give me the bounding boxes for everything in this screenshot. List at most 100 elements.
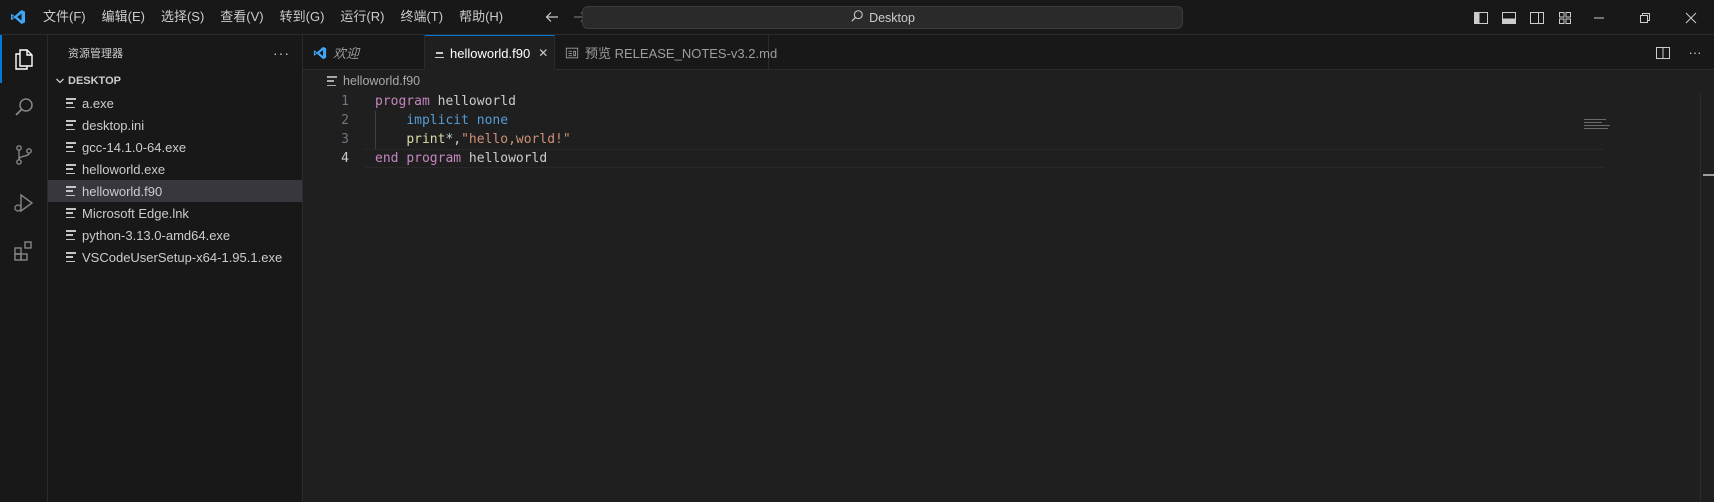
explorer-sidebar: 资源管理器 ··· DESKTOP a.exe desktop.ini gcc-… bbox=[48, 35, 303, 502]
search-activity-icon[interactable] bbox=[0, 83, 48, 131]
more-actions-button[interactable]: ··· bbox=[273, 45, 290, 61]
tab-label: 预览 RELEASE_NOTES-v3.2.md bbox=[585, 46, 778, 61]
source-control-icon[interactable] bbox=[0, 131, 48, 179]
file-name: helloworld.exe bbox=[82, 161, 166, 177]
title-bar: 文件(F) 编辑(E) 选择(S) 查看(V) 转到(G) 运行(R) 终端(T… bbox=[0, 0, 1714, 35]
menu-file[interactable]: 文件(F) bbox=[35, 5, 94, 29]
customize-layout-icon[interactable] bbox=[1554, 7, 1576, 29]
menu-go[interactable]: 转到(G) bbox=[272, 5, 333, 29]
back-arrow-icon[interactable] bbox=[541, 6, 563, 28]
menu-view[interactable]: 查看(V) bbox=[212, 5, 271, 29]
line-text: implicit none bbox=[349, 111, 508, 130]
code-token: *, bbox=[445, 132, 462, 147]
minimap[interactable] bbox=[1584, 119, 1614, 131]
tab-helloworld-f90[interactable]: helloworld.f90 ✕ bbox=[425, 35, 555, 70]
menu-selection[interactable]: 选择(S) bbox=[153, 5, 212, 29]
tab-release-notes-preview[interactable]: 预览 RELEASE_NOTES-v3.2.md bbox=[555, 35, 777, 70]
extensions-icon[interactable] bbox=[0, 227, 48, 275]
split-editor-icon[interactable] bbox=[1652, 42, 1674, 64]
layout-controls bbox=[1470, 0, 1576, 35]
code-token: none bbox=[476, 113, 509, 128]
code-line: 1 program helloworld bbox=[303, 92, 1714, 111]
menu-help[interactable]: 帮助(H) bbox=[451, 5, 511, 29]
code-token: program bbox=[406, 151, 462, 166]
sidebar-header: 资源管理器 ··· bbox=[48, 35, 302, 70]
restore-icon[interactable] bbox=[1622, 0, 1668, 35]
code-line: 2 implicit none bbox=[303, 111, 1714, 130]
toggle-primary-sidebar-icon[interactable] bbox=[1470, 7, 1492, 29]
line-number: 4 bbox=[341, 151, 349, 166]
command-center-label: Desktop bbox=[869, 10, 915, 25]
code-token: helloworld bbox=[429, 94, 516, 109]
code-token: helloworld bbox=[461, 151, 548, 166]
line-number: 2 bbox=[341, 113, 349, 128]
file-name: desktop.ini bbox=[82, 117, 145, 133]
toggle-secondary-sidebar-icon[interactable] bbox=[1526, 7, 1548, 29]
close-window-icon[interactable] bbox=[1668, 0, 1714, 35]
editor-area: 欢迎 helloworld.f90 ✕ 预览 RELEASE_NOTES-v3.… bbox=[303, 35, 1714, 502]
breadcrumb: helloworld.f90 bbox=[303, 70, 1714, 92]
file-item[interactable]: helloworld.exe bbox=[48, 158, 302, 180]
file-lines-icon bbox=[66, 120, 76, 130]
command-center-search[interactable]: Desktop bbox=[582, 6, 1183, 29]
preview-icon bbox=[565, 46, 579, 60]
file-lines-icon bbox=[66, 164, 76, 174]
search-icon bbox=[850, 9, 864, 26]
line-text: program helloworld bbox=[349, 92, 516, 111]
file-name: helloworld.f90 bbox=[82, 183, 163, 199]
file-item-selected[interactable]: helloworld.f90 bbox=[48, 180, 302, 202]
menu-run[interactable]: 运行(R) bbox=[332, 5, 392, 29]
file-name: Microsoft Edge.lnk bbox=[82, 205, 189, 221]
file-item[interactable]: desktop.ini bbox=[48, 114, 302, 136]
minimize-icon[interactable] bbox=[1576, 0, 1622, 35]
code-line-current: 4 end program helloworld bbox=[303, 149, 1714, 168]
more-editor-actions-button[interactable]: ··· bbox=[1684, 42, 1706, 64]
folder-name: DESKTOP bbox=[68, 75, 121, 87]
line-text: print*,"hello,world!" bbox=[349, 130, 571, 149]
explorer-icon[interactable] bbox=[0, 35, 48, 83]
file-item[interactable]: VSCodeUserSetup-x64-1.95.1.exe bbox=[48, 246, 302, 268]
tab-welcome[interactable]: 欢迎 bbox=[303, 35, 425, 70]
run-debug-icon[interactable] bbox=[0, 179, 48, 227]
menu-terminal[interactable]: 终端(T) bbox=[392, 5, 451, 29]
tab-label: 欢迎 bbox=[333, 46, 360, 61]
code-token: "hello,world!" bbox=[461, 132, 571, 147]
file-lines-icon bbox=[66, 142, 76, 152]
file-lines-icon bbox=[66, 208, 76, 218]
code-token: program bbox=[375, 94, 430, 109]
line-text: end program helloworld bbox=[349, 149, 547, 168]
file-name: python-3.13.0-amd64.exe bbox=[82, 227, 231, 243]
file-lines-icon bbox=[327, 76, 337, 86]
breadcrumb-file[interactable]: helloworld.f90 bbox=[343, 74, 420, 88]
file-item[interactable]: Microsoft Edge.lnk bbox=[48, 202, 302, 224]
file-lines-icon bbox=[435, 48, 444, 58]
file-lines-icon bbox=[66, 230, 76, 240]
file-lines-icon bbox=[66, 252, 76, 262]
file-lines-icon bbox=[66, 98, 76, 108]
editor-tabs: 欢迎 helloworld.f90 ✕ 预览 RELEASE_NOTES-v3.… bbox=[303, 35, 1714, 70]
menu-bar: 文件(F) 编辑(E) 选择(S) 查看(V) 转到(G) 运行(R) 终端(T… bbox=[35, 0, 511, 35]
file-item[interactable]: gcc-14.1.0-64.exe bbox=[48, 136, 302, 158]
code-token: print bbox=[406, 132, 446, 147]
close-tab-icon[interactable]: ✕ bbox=[538, 45, 548, 61]
code-token: end bbox=[375, 151, 399, 166]
file-name: a.exe bbox=[82, 95, 114, 111]
file-item[interactable]: a.exe bbox=[48, 92, 302, 114]
vscode-logo-icon bbox=[0, 0, 35, 35]
code-line: 3 print*,"hello,world!" bbox=[303, 130, 1714, 149]
file-list: a.exe desktop.ini gcc-14.1.0-64.exe hell… bbox=[48, 92, 302, 268]
file-item[interactable]: python-3.13.0-amd64.exe bbox=[48, 224, 302, 246]
vscode-icon bbox=[313, 46, 327, 60]
code-token: implicit bbox=[406, 113, 469, 128]
folder-header-desktop[interactable]: DESKTOP bbox=[48, 70, 302, 92]
vertical-scrollbar[interactable] bbox=[1700, 93, 1714, 502]
menu-edit[interactable]: 编辑(E) bbox=[94, 5, 153, 29]
sidebar-title: 资源管理器 bbox=[68, 47, 123, 60]
code-editor[interactable]: 1 program helloworld 2 implicit none 3 p… bbox=[303, 92, 1714, 168]
activity-bar bbox=[0, 35, 48, 502]
toggle-panel-icon[interactable] bbox=[1498, 7, 1520, 29]
